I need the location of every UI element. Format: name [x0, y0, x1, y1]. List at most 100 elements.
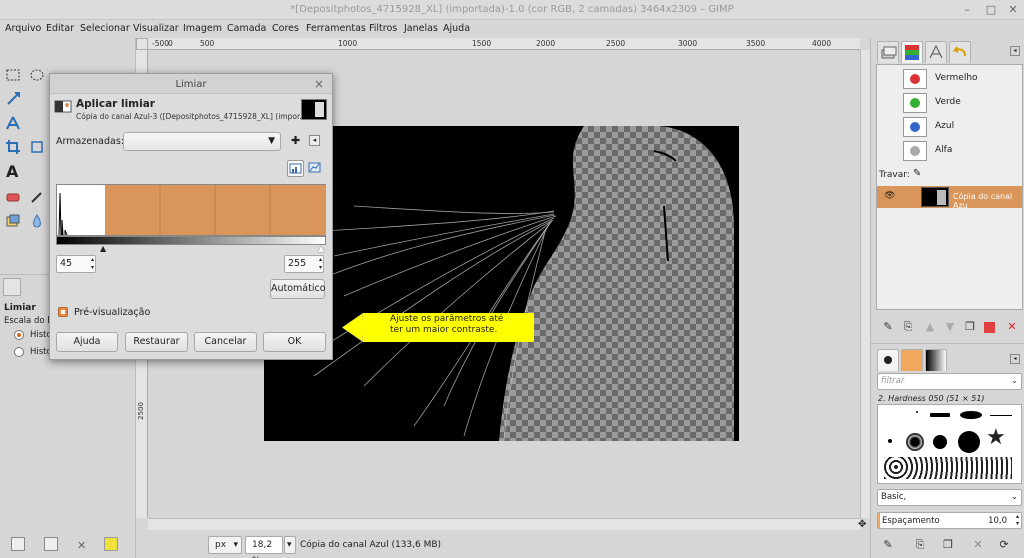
brush-swatch[interactable] — [933, 435, 947, 449]
add-preset-icon[interactable]: ✚ — [291, 134, 300, 147]
ok-button[interactable]: OK — [263, 332, 326, 352]
edit-channel-icon[interactable]: ✎ — [881, 320, 895, 334]
new-brush-icon[interactable]: ⎘ — [913, 538, 927, 552]
reset-button[interactable]: Restaurar — [125, 332, 188, 352]
clone-icon[interactable] — [4, 212, 22, 230]
histogram-view[interactable] — [56, 184, 326, 236]
text-tool-icon[interactable]: A — [4, 162, 22, 181]
vertical-scrollbar[interactable] — [860, 50, 870, 518]
spin-arrows-icon[interactable]: ▴ ▾ — [319, 256, 322, 272]
radio-log[interactable] — [14, 347, 24, 357]
radio-linear[interactable] — [14, 330, 24, 340]
menu-visualizar[interactable]: Visualizar — [133, 23, 179, 34]
linear-histogram-icon[interactable] — [287, 160, 304, 177]
refresh-brushes-icon[interactable]: ⟳ — [997, 538, 1011, 552]
help-button[interactable]: Ajuda — [56, 332, 118, 352]
channel-row-blue[interactable]: Azul — [879, 116, 1023, 138]
paths-icon[interactable] — [4, 114, 22, 132]
rotate-icon[interactable] — [28, 138, 46, 156]
patterns-tab-icon[interactable] — [901, 349, 923, 371]
menu-filtros[interactable]: Filtros — [369, 23, 397, 34]
spacing-slider[interactable]: Espaçamento 10,0 ▴ ▾ — [877, 512, 1022, 529]
fuzzy-select-icon[interactable] — [4, 90, 22, 108]
menu-ferramentas[interactable]: Ferramentas — [306, 23, 366, 34]
brush-set-select[interactable]: Basic, ⌄ — [877, 489, 1022, 506]
duplicate-brush-icon[interactable]: ❐ — [941, 538, 955, 552]
paths-tab-icon[interactable] — [925, 41, 947, 63]
dock-menu-icon[interactable]: ◂ — [1010, 46, 1020, 56]
brush-swatch[interactable] — [958, 431, 980, 453]
lower-channel-icon[interactable]: ▼ — [943, 320, 957, 334]
spin-arrows-icon[interactable]: ▴ ▾ — [1016, 513, 1019, 527]
preview-checkbox[interactable] — [58, 307, 68, 317]
menu-imagem[interactable]: Imagem — [183, 23, 222, 34]
menu-cores[interactable]: Cores — [272, 23, 299, 34]
brush-swatch[interactable] — [916, 411, 918, 413]
channel-row-red[interactable]: Vermelho — [879, 68, 1023, 90]
reset-options-icon[interactable] — [104, 537, 118, 551]
menu-janelas[interactable]: Janelas — [404, 23, 438, 34]
save-options-icon[interactable] — [11, 537, 25, 551]
channel-to-selection-icon[interactable] — [984, 322, 995, 333]
texture-brushes-row[interactable] — [884, 457, 1012, 479]
high-threshold-handle[interactable]: ▲ — [318, 244, 324, 253]
ellipse-select-icon[interactable] — [28, 66, 46, 84]
selected-channel-row[interactable]: 👁 Cópia do canal Azu — [877, 186, 1022, 210]
channel-row-alpha[interactable]: Alfa — [879, 140, 1023, 162]
cancel-button[interactable]: Cancelar — [194, 332, 257, 352]
brush-swatch[interactable] — [888, 439, 892, 443]
eraser-icon[interactable] — [4, 188, 22, 206]
brushes-tab-icon[interactable] — [877, 349, 899, 371]
menu-camada[interactable]: Camada — [227, 23, 266, 34]
channel-row-green[interactable]: Verde — [879, 92, 1023, 114]
rect-select-icon[interactable] — [4, 66, 22, 84]
edit-brush-icon[interactable]: ✎ — [881, 538, 895, 552]
dock-menu-icon[interactable]: ◂ — [1010, 354, 1020, 364]
maximize-button[interactable]: □ — [984, 3, 998, 17]
unit-select[interactable]: px ▾ — [208, 536, 242, 554]
preset-menu-icon[interactable]: ◂ — [309, 135, 320, 146]
dialog-close-button[interactable]: × — [314, 77, 324, 91]
new-channel-icon[interactable]: ⎘ — [901, 320, 915, 334]
auto-button[interactable]: Automático — [270, 279, 326, 299]
tool-options-tab-icon[interactable] — [3, 278, 21, 296]
zoom-input[interactable]: 18,2 % — [245, 536, 283, 558]
delete-brush-icon[interactable]: ✕ — [971, 538, 985, 552]
channels-tab-icon[interactable] — [901, 41, 923, 63]
low-threshold-handle[interactable]: ▲ — [100, 244, 106, 253]
low-threshold-spin[interactable]: 45 ▴ ▾ — [56, 255, 96, 273]
delete-channel-icon[interactable]: ✕ — [1005, 320, 1019, 334]
star-brush-icon[interactable]: ★ — [986, 427, 1006, 449]
gradients-tab-icon[interactable] — [925, 349, 947, 371]
menu-editar[interactable]: Editar — [46, 23, 74, 34]
delete-options-icon[interactable]: ✕ — [77, 539, 86, 552]
image-canvas[interactable] — [264, 126, 739, 441]
duplicate-channel-icon[interactable]: ❐ — [963, 320, 977, 334]
menu-arquivo[interactable]: Arquivo — [5, 23, 41, 34]
restore-options-icon[interactable] — [44, 537, 58, 551]
raise-channel-icon[interactable]: ▲ — [923, 320, 937, 334]
dodge-icon[interactable] — [28, 212, 46, 230]
presets-select[interactable]: ▼ — [123, 132, 281, 151]
eye-icon[interactable]: 👁 — [884, 191, 895, 201]
menu-ajuda[interactable]: Ajuda — [443, 23, 470, 34]
crop-icon[interactable] — [4, 138, 22, 156]
layers-tab-icon[interactable] — [877, 41, 899, 63]
brush-swatch[interactable] — [930, 413, 950, 417]
lock-pixels-icon[interactable]: ✎ — [913, 168, 921, 179]
brush-filter-input[interactable]: filtrar ⌄ — [877, 373, 1022, 390]
brush-swatch[interactable] — [990, 415, 1012, 416]
brush-swatch[interactable] — [960, 411, 982, 419]
airbrush-icon[interactable] — [28, 188, 46, 206]
menu-selecionar[interactable]: Selecionar — [80, 23, 130, 34]
undo-history-tab-icon[interactable] — [949, 41, 971, 63]
minimize-button[interactable]: – — [960, 3, 974, 17]
log-histogram-icon[interactable] — [307, 160, 324, 177]
high-threshold-spin[interactable]: 255 ▴ ▾ — [284, 255, 324, 273]
close-window-button[interactable]: ✕ — [1006, 3, 1020, 17]
brush-swatch-selected[interactable] — [906, 433, 924, 451]
spin-arrows-icon[interactable]: ▴ ▾ — [91, 256, 94, 272]
navigate-icon[interactable]: ✥ — [858, 519, 866, 530]
brush-grid[interactable]: ★ — [877, 404, 1022, 484]
zoom-dropdown[interactable]: ▾ — [284, 536, 296, 554]
